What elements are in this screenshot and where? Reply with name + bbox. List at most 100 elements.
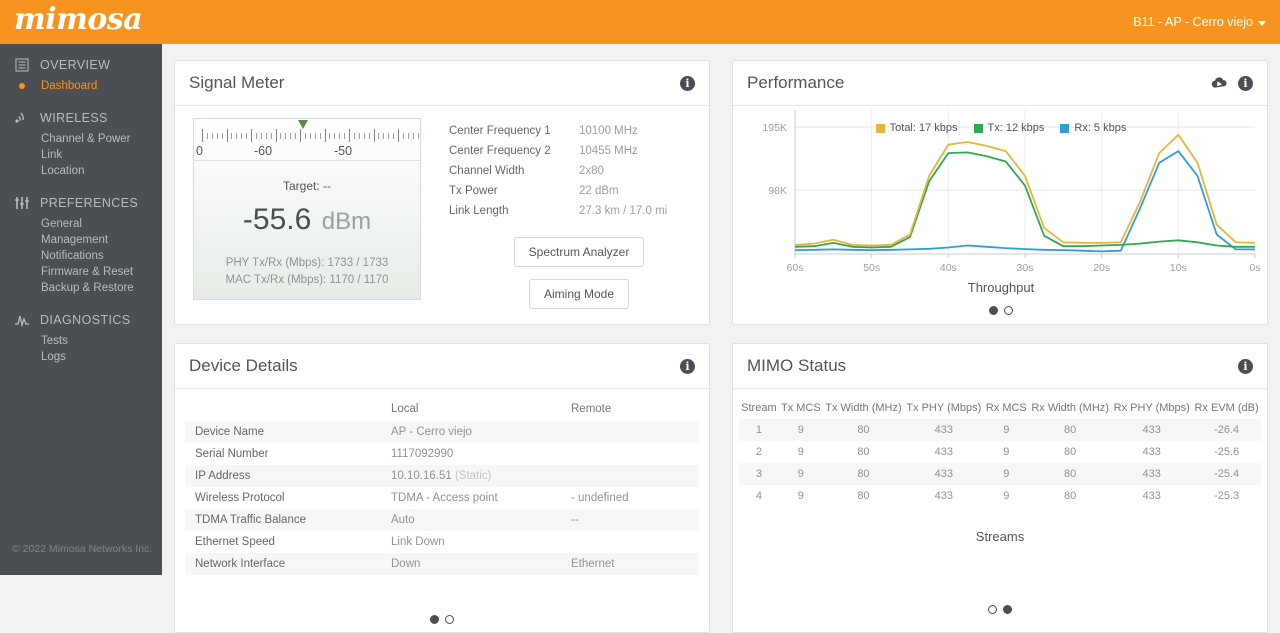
info-icon[interactable]: i (1238, 358, 1253, 374)
chart-x-tick-label: 20s (1093, 262, 1110, 274)
table-cell: 433 (1142, 424, 1161, 436)
device-selector-dropdown[interactable]: B11 - AP - Cerro viejo (1133, 15, 1266, 29)
sidebar-item-link[interactable]: Link (0, 147, 162, 163)
pagination-dot[interactable] (988, 605, 997, 614)
gauge-tick (251, 129, 252, 142)
signal-details-list: Center Frequency 1 10100 MHz Center Freque… (449, 121, 709, 221)
table-cell: 433 (934, 446, 953, 458)
gauge-tick (241, 133, 243, 139)
row-remote-value: Ethernet (571, 558, 615, 570)
aiming-mode-button[interactable]: Aiming Mode (528, 279, 630, 309)
info-icon[interactable]: i (680, 358, 695, 374)
gauge-tick (216, 133, 218, 139)
table-row: Device Name AP - Cerro viejo (185, 421, 699, 443)
table-cell: 80 (1064, 424, 1077, 436)
signal-unit: dBm (321, 208, 372, 235)
gauge-tick (339, 133, 341, 139)
sidebar-item-general[interactable]: General (0, 216, 162, 232)
table-cell: -25.4 (1214, 468, 1240, 480)
row-remote-value: -- (571, 514, 579, 526)
column-header: Rx MCS (985, 402, 1027, 414)
table-cell: 4 (755, 490, 762, 502)
gauge-tick (260, 133, 262, 139)
gauge-tick (407, 133, 409, 139)
legend-item-tx[interactable]: Tx: 12 kbps (973, 122, 1045, 134)
sidebar-item-dashboard[interactable]: Dashboard (0, 78, 162, 94)
row-remote-value (565, 531, 699, 553)
legend-swatch-icon (973, 123, 983, 133)
sidebar-group-wireless[interactable]: WIRELESS (0, 105, 162, 131)
pagination-dot[interactable] (445, 615, 454, 624)
table-header-row: Local Remote (185, 397, 699, 421)
row-local-value: TDMA - Access point (391, 492, 498, 504)
chart-legend: Total: 17 kbps Tx: 12 kbps Rx: 5 kbps (733, 122, 1269, 134)
detail-key: Center Frequency 2 (449, 145, 551, 157)
gauge-tick (265, 133, 267, 139)
gauge-tick (226, 129, 228, 142)
row-label: IP Address (195, 470, 251, 482)
gauge-tick (236, 133, 238, 139)
legend-label: Tx: 12 kbps (987, 122, 1045, 134)
sidebar-item-logs[interactable]: Logs (0, 349, 162, 365)
sidebar-item-label: Link (41, 149, 63, 161)
sidebar-group-preferences[interactable]: PREFERENCES (0, 190, 162, 216)
sidebar-item-location[interactable]: Location (0, 163, 162, 179)
gauge-tick (417, 133, 419, 139)
gauge-tick (202, 129, 203, 142)
cloud-sync-icon[interactable] (1211, 76, 1228, 90)
gauge-tick (246, 133, 248, 139)
row-local-value: Down (391, 558, 421, 570)
sidebar-item-management[interactable]: Management (0, 232, 162, 248)
table-row: Ethernet Speed Link Down (185, 531, 699, 553)
gauge-tick (358, 133, 360, 139)
row-label: Ethernet Speed (195, 536, 275, 548)
mimo-status-panel: MIMO Status i Stream Tx MCS Tx Width (MHz)… (732, 343, 1268, 633)
gauge-tick (304, 133, 306, 139)
table-row: IP Address 10.10.16.51 (Static) (185, 465, 699, 487)
sidebar-item-firmware-reset[interactable]: Firmware & Reset (0, 264, 162, 280)
detail-row: Center Frequency 1 10100 MHz (449, 121, 709, 141)
spectrum-analyzer-button[interactable]: Spectrum Analyzer (513, 237, 645, 267)
gauge-tick (309, 133, 311, 139)
gauge-scale: 0 -60 -50 (194, 119, 420, 161)
legend-item-rx[interactable]: Rx: 5 kbps (1060, 122, 1126, 134)
table-cell: 9 (797, 424, 804, 436)
mimo-status-header: MIMO Status i (733, 344, 1267, 389)
table-row: 1 9 80 433 9 80 433 -26.4 (739, 419, 1261, 441)
info-icon[interactable]: i (1238, 75, 1253, 91)
sidebar-item-channel-power[interactable]: Channel & Power (0, 131, 162, 147)
sidebar-item-backup-restore[interactable]: Backup & Restore (0, 280, 162, 296)
gauge-tick (314, 133, 316, 139)
legend-item-total[interactable]: Total: 17 kbps (875, 122, 958, 134)
sidebar-group-overview[interactable]: OVERVIEW (0, 52, 162, 78)
gauge-tick (206, 133, 208, 139)
chart-x-tick-label: 30s (1017, 262, 1034, 274)
table-cell: 9 (1003, 468, 1010, 480)
table-row: Network Interface Down Ethernet (185, 553, 699, 575)
list-icon (12, 58, 32, 72)
sidebar-group-diagnostics[interactable]: DIAGNOSTICS (0, 307, 162, 333)
table-cell: 9 (797, 468, 804, 480)
row-label: Serial Number (195, 448, 269, 460)
pagination-dot[interactable] (1003, 605, 1012, 614)
sidebar-item-notifications[interactable]: Notifications (0, 248, 162, 264)
performance-panel: Performance i 98K 195K 60s 50s 40s 30s 20s 10s 0… (732, 60, 1268, 325)
table-cell: 80 (857, 490, 870, 502)
gauge-tick (280, 133, 282, 139)
gauge-tick (290, 133, 292, 139)
copyright-text: © 2022 Mimosa Networks Inc. (12, 543, 153, 555)
pagination-dot[interactable] (1004, 306, 1013, 315)
pagination-dot[interactable] (430, 615, 439, 624)
gauge-tick (378, 133, 380, 139)
gauge-tick (221, 133, 223, 139)
table-row: 3 9 80 433 9 80 433 -25.4 (739, 463, 1261, 485)
mac-rate: MAC Tx/Rx (Mbps): 1170 / 1170 (225, 274, 389, 286)
sidebar-item-tests[interactable]: Tests (0, 333, 162, 349)
pagination-dot[interactable] (989, 306, 998, 315)
info-icon[interactable]: i (680, 75, 695, 91)
table-cell: 80 (1064, 446, 1077, 458)
row-local-value: Link Down (391, 536, 445, 548)
table-cell: 433 (934, 424, 953, 436)
column-header: Rx PHY (Mbps) (1113, 402, 1190, 414)
